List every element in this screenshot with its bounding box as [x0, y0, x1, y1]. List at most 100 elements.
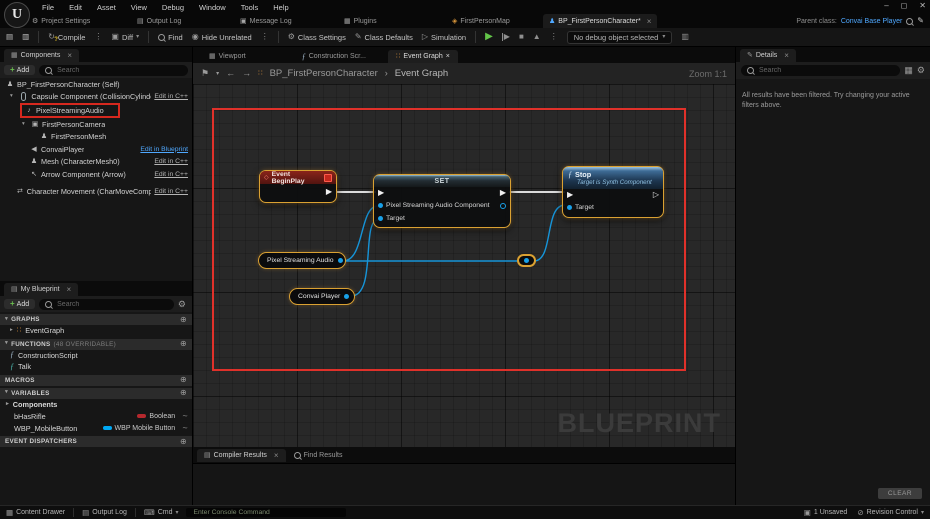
- tree-item-self[interactable]: ♟ BP_FirstPersonCharacter (Self): [0, 78, 192, 91]
- tab-construction-script[interactable]: ƒ Construction Scr...: [294, 50, 374, 63]
- tab-compiler-results[interactable]: ▤ Compiler Results ×: [197, 449, 286, 462]
- forward-icon[interactable]: →: [242, 69, 251, 78]
- section-variables[interactable]: ▾ VARIABLES ⊕: [0, 388, 192, 399]
- display-options-icon[interactable]: ▦: [904, 66, 913, 75]
- list-item-constructionscript[interactable]: ƒ ConstructionScript: [0, 350, 192, 362]
- edit-in-cpp-link[interactable]: Edit in C++: [154, 171, 188, 178]
- maximize-icon[interactable]: ◻: [901, 1, 908, 10]
- node-event-beginplay[interactable]: ◇ Event BeginPlay ▶: [259, 170, 337, 203]
- save-icon[interactable]: ▤: [6, 33, 13, 41]
- node-stop[interactable]: ƒ Stop Target is Synth Component ▶ ▷ Tar…: [562, 166, 664, 218]
- variable-row-wbp-mobilebutton[interactable]: WBP_MobileButton WBP Mobile Button ∼: [0, 422, 192, 434]
- hide-unrelated-button[interactable]: ◉ Hide Unrelated: [192, 33, 252, 42]
- node-reroute[interactable]: [517, 254, 536, 267]
- tab-my-blueprint[interactable]: ▤ My Blueprint ×: [4, 283, 78, 296]
- minimize-icon[interactable]: –: [884, 1, 888, 10]
- close-tab-icon[interactable]: ×: [67, 285, 72, 294]
- menu-file[interactable]: File: [42, 3, 54, 12]
- find-button[interactable]: Find: [158, 33, 183, 42]
- content-drawer-button[interactable]: ▦ Content Drawer: [6, 509, 65, 517]
- object-out-pin[interactable]: [500, 203, 506, 209]
- debug-browse-icon[interactable]: ▥: [681, 33, 689, 41]
- variable-row-bhasrifle[interactable]: bHasRifle Boolean ∼: [0, 410, 192, 422]
- menu-asset[interactable]: Asset: [97, 3, 116, 12]
- reroute-pin[interactable]: [524, 258, 529, 263]
- exec-in-pin[interactable]: ▶: [378, 189, 384, 197]
- edit-icon[interactable]: ✎: [917, 17, 924, 25]
- menu-tools[interactable]: Tools: [241, 3, 259, 12]
- add-component-button[interactable]: + Add: [4, 65, 35, 75]
- menu-window[interactable]: Window: [199, 3, 226, 12]
- section-event-dispatchers[interactable]: EVENT DISPATCHERS ⊕: [0, 436, 192, 447]
- node-getter-pixel-streaming-audio[interactable]: Pixel Streaming Audio: [258, 252, 346, 269]
- tab-project-settings[interactable]: ⚙ Project Settings: [26, 14, 96, 28]
- add-function-icon[interactable]: ⊕: [180, 340, 187, 348]
- close-tab-icon[interactable]: ×: [446, 53, 450, 60]
- close-tab-icon[interactable]: ×: [274, 451, 279, 460]
- menu-help[interactable]: Help: [273, 3, 288, 12]
- edit-in-cpp-link[interactable]: Edit in C++: [154, 158, 188, 165]
- details-search-input[interactable]: [757, 66, 894, 75]
- edit-in-cpp-link[interactable]: Edit in C++: [154, 93, 188, 100]
- class-settings-button[interactable]: ⚙ Class Settings: [288, 33, 346, 42]
- tab-details[interactable]: ✎ Details ×: [740, 49, 796, 62]
- event-graph-canvas[interactable]: ◇ Event BeginPlay ▶ SET ▶ ▶: [193, 84, 735, 447]
- menu-debug[interactable]: Debug: [162, 3, 184, 12]
- chevron-down-icon[interactable]: ▾: [216, 71, 219, 77]
- hide-unrelated-options-icon[interactable]: ⋮: [261, 33, 269, 41]
- frame-skip-button[interactable]: ▶: [502, 33, 510, 41]
- my-blueprint-search-input[interactable]: [55, 300, 168, 309]
- eye-icon[interactable]: ∼: [182, 425, 188, 432]
- close-tab-icon[interactable]: ×: [67, 51, 72, 60]
- add-graph-icon[interactable]: ⊕: [180, 316, 187, 324]
- browse-icon[interactable]: ▥: [22, 33, 29, 41]
- close-tab-icon[interactable]: ×: [647, 17, 652, 26]
- object-pin[interactable]: [378, 203, 383, 208]
- tab-components[interactable]: ▦ Components ×: [4, 49, 79, 62]
- close-tab-icon[interactable]: ×: [784, 51, 789, 60]
- variable-group-components[interactable]: ▸ Components: [0, 399, 192, 411]
- tree-item-convaiplayer[interactable]: ◀ ConvaiPlayer Edit in Blueprint: [0, 143, 192, 156]
- gear-icon[interactable]: ⚙: [178, 300, 186, 309]
- tab-plugins[interactable]: ▦ Plugins: [338, 14, 383, 28]
- unsaved-button[interactable]: ▣ 1 Unsaved: [804, 509, 848, 517]
- collapse-arrow-icon[interactable]: ▸: [10, 328, 13, 334]
- search-icon[interactable]: [906, 18, 913, 25]
- menu-view[interactable]: View: [131, 3, 147, 12]
- play-options-icon[interactable]: ⋮: [550, 33, 558, 41]
- menu-edit[interactable]: Edit: [69, 3, 82, 12]
- edit-in-blueprint-link[interactable]: Edit in Blueprint: [140, 146, 188, 153]
- stop-button[interactable]: ■: [519, 33, 524, 41]
- clear-button[interactable]: CLEAR: [878, 488, 922, 499]
- expand-arrow-icon[interactable]: ▾: [22, 122, 28, 128]
- list-item-talk[interactable]: ƒ Talk: [0, 361, 192, 373]
- settings-icon[interactable]: ⚙: [917, 66, 925, 75]
- object-out-pin[interactable]: [338, 258, 343, 263]
- cmd-dropdown[interactable]: ⌨ Cmd ▾: [144, 509, 179, 517]
- console-command-input[interactable]: [191, 508, 341, 517]
- class-defaults-button[interactable]: ✎ Class Defaults: [355, 33, 413, 42]
- compile-button[interactable]: ↻? Compile: [48, 33, 85, 42]
- exec-out-pin[interactable]: ▶: [500, 189, 506, 197]
- output-log-button[interactable]: ▤ Output Log: [82, 509, 127, 517]
- tab-event-graph[interactable]: ∷ Event Graph ×: [388, 50, 458, 63]
- components-search-input[interactable]: [55, 66, 182, 75]
- tree-item-firstpersoncamera[interactable]: ▾ ▣ FirstPersonCamera: [0, 118, 192, 131]
- close-icon[interactable]: ✕: [919, 1, 926, 10]
- breadcrumb-root[interactable]: BP_FirstPersonCharacter: [270, 68, 378, 79]
- edit-in-cpp-link[interactable]: Edit in C++: [154, 188, 188, 195]
- tab-bp-firstpersoncharacter[interactable]: ♟ BP_FirstPersonCharacter* ×: [543, 14, 657, 28]
- diff-button[interactable]: ▣ Diff ▾: [111, 33, 139, 42]
- eye-icon[interactable]: ∼: [182, 413, 188, 420]
- eject-button[interactable]: ▲: [533, 33, 541, 41]
- tab-firstpersonmap[interactable]: ◈ FirstPersonMap: [446, 14, 516, 28]
- tab-find-results[interactable]: Find Results: [286, 449, 351, 462]
- expand-arrow-icon[interactable]: ▾: [10, 94, 16, 100]
- tree-item-capsule[interactable]: ▾ Capsule Component (CollisionCylinder) …: [0, 91, 192, 104]
- tree-item-arrow[interactable]: ↖ Arrow Component (Arrow) Edit in C++: [0, 168, 192, 181]
- add-macro-icon[interactable]: ⊕: [180, 376, 187, 384]
- tree-item-mesh[interactable]: ♟ Mesh (CharacterMesh0) Edit in C++: [0, 156, 192, 169]
- node-set-pixel-streaming-audio[interactable]: SET ▶ ▶ Pixel Streaming Audio Component …: [373, 174, 511, 228]
- play-button[interactable]: ▶: [485, 32, 493, 42]
- collapse-arrow-icon[interactable]: ▸: [6, 402, 9, 408]
